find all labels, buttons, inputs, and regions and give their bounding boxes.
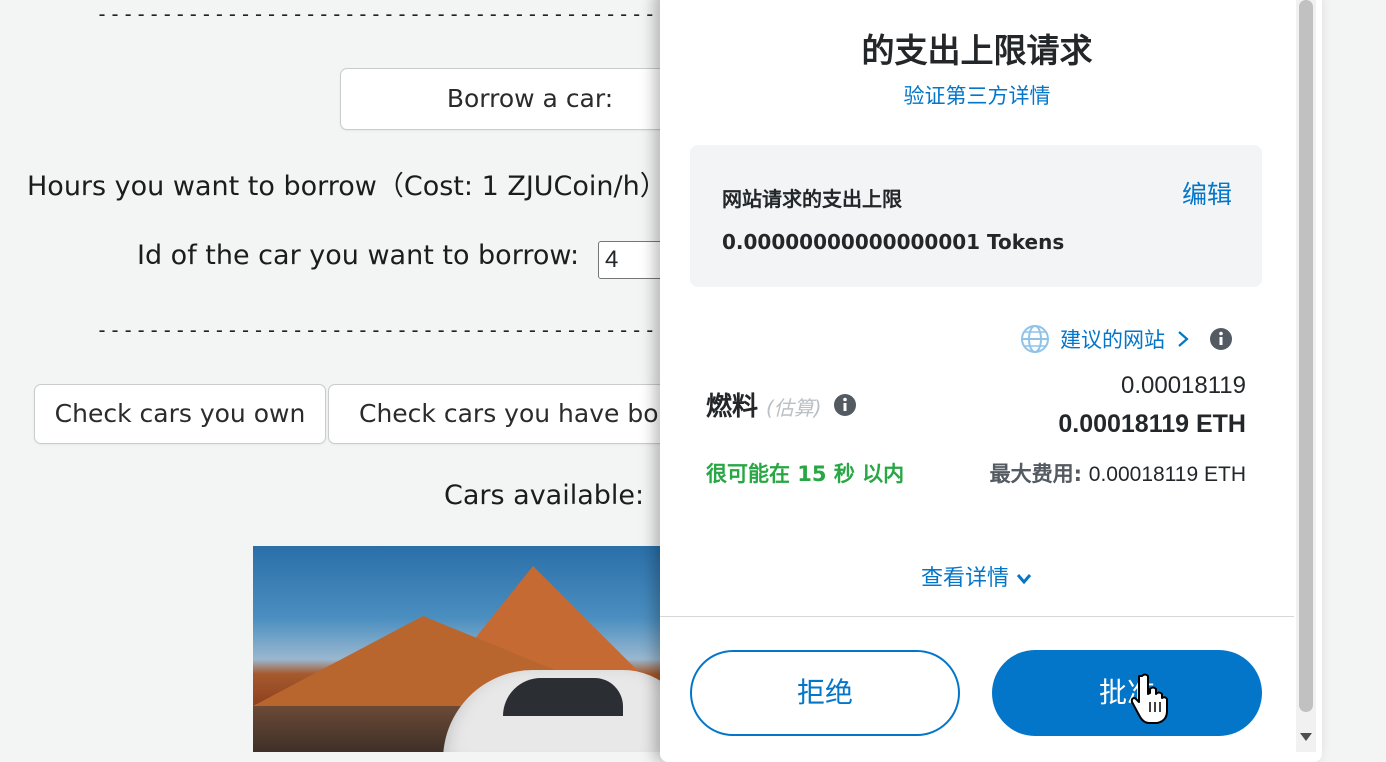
gas-eth-value: 0.00018119 ETH: [1058, 410, 1246, 438]
check-borrowed-cars-button[interactable]: Check cars you have borrowed: [328, 384, 745, 444]
car-id-label: Id of the car you want to borrow:: [137, 240, 580, 271]
chevron-down-icon: [1016, 574, 1032, 585]
max-fee: 最大费用: 0.00018119 ETH: [990, 458, 1246, 488]
spending-limit-label: 网站请求的支出上限: [722, 187, 902, 211]
gas-label: 燃料: [706, 392, 759, 422]
car-image: [253, 546, 673, 752]
wallet-popup: 的支出上限请求 验证第三方详情 网站请求的支出上限 编辑 0.000000000…: [660, 0, 1322, 762]
view-details-link[interactable]: 查看详情: [660, 560, 1294, 592]
view-details-label[interactable]: 查看详情: [921, 566, 1009, 591]
info-icon[interactable]: [1209, 327, 1233, 351]
scrollbar-thumb[interactable]: [1299, 0, 1313, 712]
max-fee-value: 0.00018119 ETH: [1088, 463, 1246, 486]
suggested-site-row[interactable]: 建议的网站: [1020, 322, 1233, 356]
hours-label: Hours you want to borrow（Cost: 1 ZJUCoin…: [27, 171, 667, 202]
gas-estimate-tag: (估算): [766, 396, 822, 420]
check-own-cars-button[interactable]: Check cars you own: [34, 384, 326, 444]
spending-limit-value: 0.00000000000000001 Tokens: [722, 230, 1065, 254]
spending-limit-card: 网站请求的支出上限 编辑 0.00000000000000001 Tokens: [690, 145, 1262, 287]
globe-icon: [1021, 325, 1049, 353]
info-icon[interactable]: [833, 393, 857, 417]
hand-cursor-icon: [1130, 673, 1168, 724]
suggested-site-label[interactable]: 建议的网站: [1060, 324, 1165, 354]
gas-fiat-value: 0.00018119: [1120, 372, 1246, 399]
approve-button[interactable]: 批准: [992, 650, 1262, 736]
max-fee-label: 最大费用:: [989, 462, 1083, 486]
cars-available-label: Cars available:: [444, 480, 645, 511]
popup-title: 的支出上限请求: [861, 31, 1093, 70]
chevron-right-icon: [1178, 331, 1189, 347]
scroll-down-icon[interactable]: [1297, 728, 1315, 746]
edit-limit-link[interactable]: 编辑: [1182, 175, 1232, 211]
gas-timing: 很可能在 15 秒 以内: [706, 462, 905, 486]
reject-button[interactable]: 拒绝: [690, 650, 960, 736]
verify-third-party-link[interactable]: 验证第三方详情: [660, 80, 1294, 110]
footer-divider: [660, 616, 1294, 617]
